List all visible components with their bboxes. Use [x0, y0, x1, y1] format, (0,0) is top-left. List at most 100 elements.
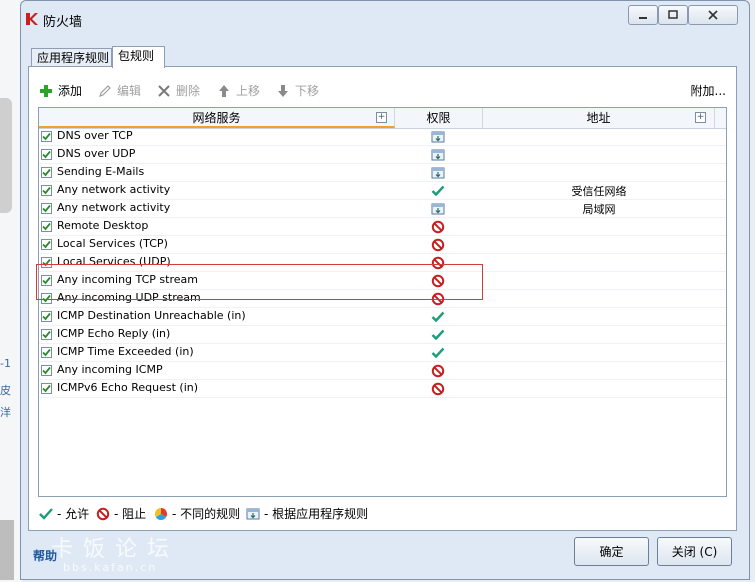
arrow-up-icon	[217, 84, 231, 98]
rule-row[interactable]: Local Services (UDP)	[39, 254, 726, 272]
column-header-service[interactable]: 网络服务 +	[39, 108, 395, 128]
rule-name: ICMPv6 Echo Request (in)	[57, 381, 199, 394]
block-icon[interactable]	[431, 364, 445, 378]
rule-row[interactable]: Sending E-Mails	[39, 164, 726, 182]
legend-allow: - 允许	[39, 505, 89, 522]
rule-row[interactable]: Any incoming TCP stream	[39, 272, 726, 290]
rule-name: ICMP Destination Unreachable (in)	[57, 309, 246, 322]
rule-checkbox[interactable]	[41, 275, 52, 286]
legend-block: - 阻止	[96, 505, 146, 522]
block-icon[interactable]	[431, 292, 445, 306]
move-down-button[interactable]: 下移	[276, 82, 319, 99]
close-window-button[interactable]	[688, 5, 738, 25]
add-label: 添加	[58, 84, 83, 98]
tab-packet-rules[interactable]: 包规则	[112, 46, 165, 68]
column-header-address[interactable]: 地址 +	[483, 108, 715, 128]
attach-button[interactable]: 附加...	[691, 82, 726, 99]
rule-checkbox[interactable]	[41, 347, 52, 358]
tab-application-rules[interactable]: 应用程序规则	[31, 48, 112, 67]
app-rule-icon[interactable]	[431, 130, 445, 144]
legend-label: - 阻止	[114, 507, 147, 521]
ok-label: 确定	[599, 545, 624, 559]
rule-row[interactable]: Local Services (TCP)	[39, 236, 726, 254]
rule-row[interactable]: Any network activity 受信任网络	[39, 182, 726, 200]
watermark: 卡饭论坛	[51, 537, 180, 562]
check-icon[interactable]	[431, 346, 445, 360]
rule-row[interactable]: ICMP Destination Unreachable (in)	[39, 308, 726, 326]
rule-row[interactable]: ICMPv6 Echo Request (in)	[39, 380, 726, 398]
rule-checkbox[interactable]	[41, 185, 52, 196]
rule-row[interactable]: DNS over TCP	[39, 128, 726, 146]
rules-rows: DNS over TCP DNS over UDP Sending E-Mails A…	[39, 128, 726, 398]
legend-label: - 允许	[57, 507, 90, 521]
block-icon[interactable]	[431, 256, 445, 270]
rule-checkbox[interactable]	[41, 329, 52, 340]
legend-label: - 根据应用程序规则	[264, 507, 369, 521]
block-icon[interactable]	[431, 238, 445, 252]
delete-x-icon	[157, 84, 171, 98]
tab-label: 应用程序规则	[37, 51, 110, 65]
close-icon	[708, 10, 718, 20]
legend-label: - 不同的规则	[172, 507, 241, 521]
check-icon[interactable]	[431, 310, 445, 324]
app-rule-icon[interactable]	[431, 166, 445, 180]
rule-checkbox[interactable]	[41, 149, 52, 160]
rule-name: Any incoming UDP stream	[57, 291, 201, 304]
rule-address: 局域网	[582, 203, 616, 216]
background-text: 洋	[0, 406, 11, 419]
check-icon	[39, 507, 53, 521]
rule-checkbox[interactable]	[41, 239, 52, 250]
plus-icon	[39, 84, 53, 98]
rule-row[interactable]: Remote Desktop	[39, 218, 726, 236]
delete-button[interactable]: 删除	[157, 82, 200, 99]
add-button[interactable]: 添加	[39, 82, 82, 99]
move-up-label: 上移	[236, 84, 261, 98]
column-header-label: 权限	[426, 111, 451, 125]
rule-checkbox[interactable]	[41, 221, 52, 232]
rule-checkbox[interactable]	[41, 167, 52, 178]
rule-row[interactable]: ICMP Time Exceeded (in)	[39, 344, 726, 362]
close-button[interactable]: 关闭 (C)	[657, 537, 732, 566]
rule-checkbox[interactable]	[41, 257, 52, 268]
legend-mixed: - 不同的规则	[154, 505, 240, 522]
rule-row[interactable]: ICMP Echo Reply (in)	[39, 326, 726, 344]
check-icon[interactable]	[431, 328, 445, 342]
rule-checkbox[interactable]	[41, 311, 52, 322]
title-bar: 防火墙	[21, 1, 749, 35]
rule-checkbox[interactable]	[41, 131, 52, 142]
app-rule-icon[interactable]	[431, 148, 445, 162]
minimize-button[interactable]	[628, 5, 658, 25]
watermark-url: bbs.kafan.cn	[63, 561, 158, 574]
kaspersky-logo-icon	[26, 13, 38, 25]
app-rule-icon[interactable]	[431, 202, 445, 216]
move-up-button[interactable]: 上移	[217, 82, 260, 99]
background-text: 皮	[0, 384, 11, 397]
block-icon[interactable]	[431, 220, 445, 234]
maximize-button[interactable]	[658, 5, 688, 25]
rule-row[interactable]: Any incoming UDP stream	[39, 290, 726, 308]
block-icon[interactable]	[431, 382, 445, 396]
column-header-permission[interactable]: 权限	[395, 108, 483, 128]
rule-row[interactable]: Any network activity 局域网	[39, 200, 726, 218]
expand-column-icon[interactable]: +	[376, 112, 387, 123]
check-icon[interactable]	[431, 184, 445, 198]
rule-checkbox[interactable]	[41, 203, 52, 214]
delete-label: 删除	[176, 84, 201, 98]
rule-row[interactable]: DNS over UDP	[39, 146, 726, 164]
rule-checkbox[interactable]	[41, 293, 52, 304]
packet-rules-panel: 添加 编辑 删除 上移 下移 附加... 网络服务 + 权限 地址 + DNS …	[28, 66, 737, 531]
ok-button[interactable]: 确定	[574, 537, 649, 566]
edit-button[interactable]: 编辑	[98, 82, 141, 99]
edit-label: 编辑	[117, 84, 142, 98]
minimize-icon	[639, 17, 647, 19]
toolbar: 添加 编辑 删除 上移 下移 附加...	[37, 77, 736, 105]
block-icon[interactable]	[431, 274, 445, 288]
help-link[interactable]: 帮助	[33, 547, 57, 564]
rule-row[interactable]: Any incoming ICMP	[39, 362, 726, 380]
expand-column-icon[interactable]: +	[695, 112, 706, 123]
rule-name: Any network activity	[57, 183, 171, 196]
rule-checkbox[interactable]	[41, 383, 52, 394]
arrow-down-icon	[276, 84, 290, 98]
rule-checkbox[interactable]	[41, 365, 52, 376]
move-down-label: 下移	[295, 84, 320, 98]
